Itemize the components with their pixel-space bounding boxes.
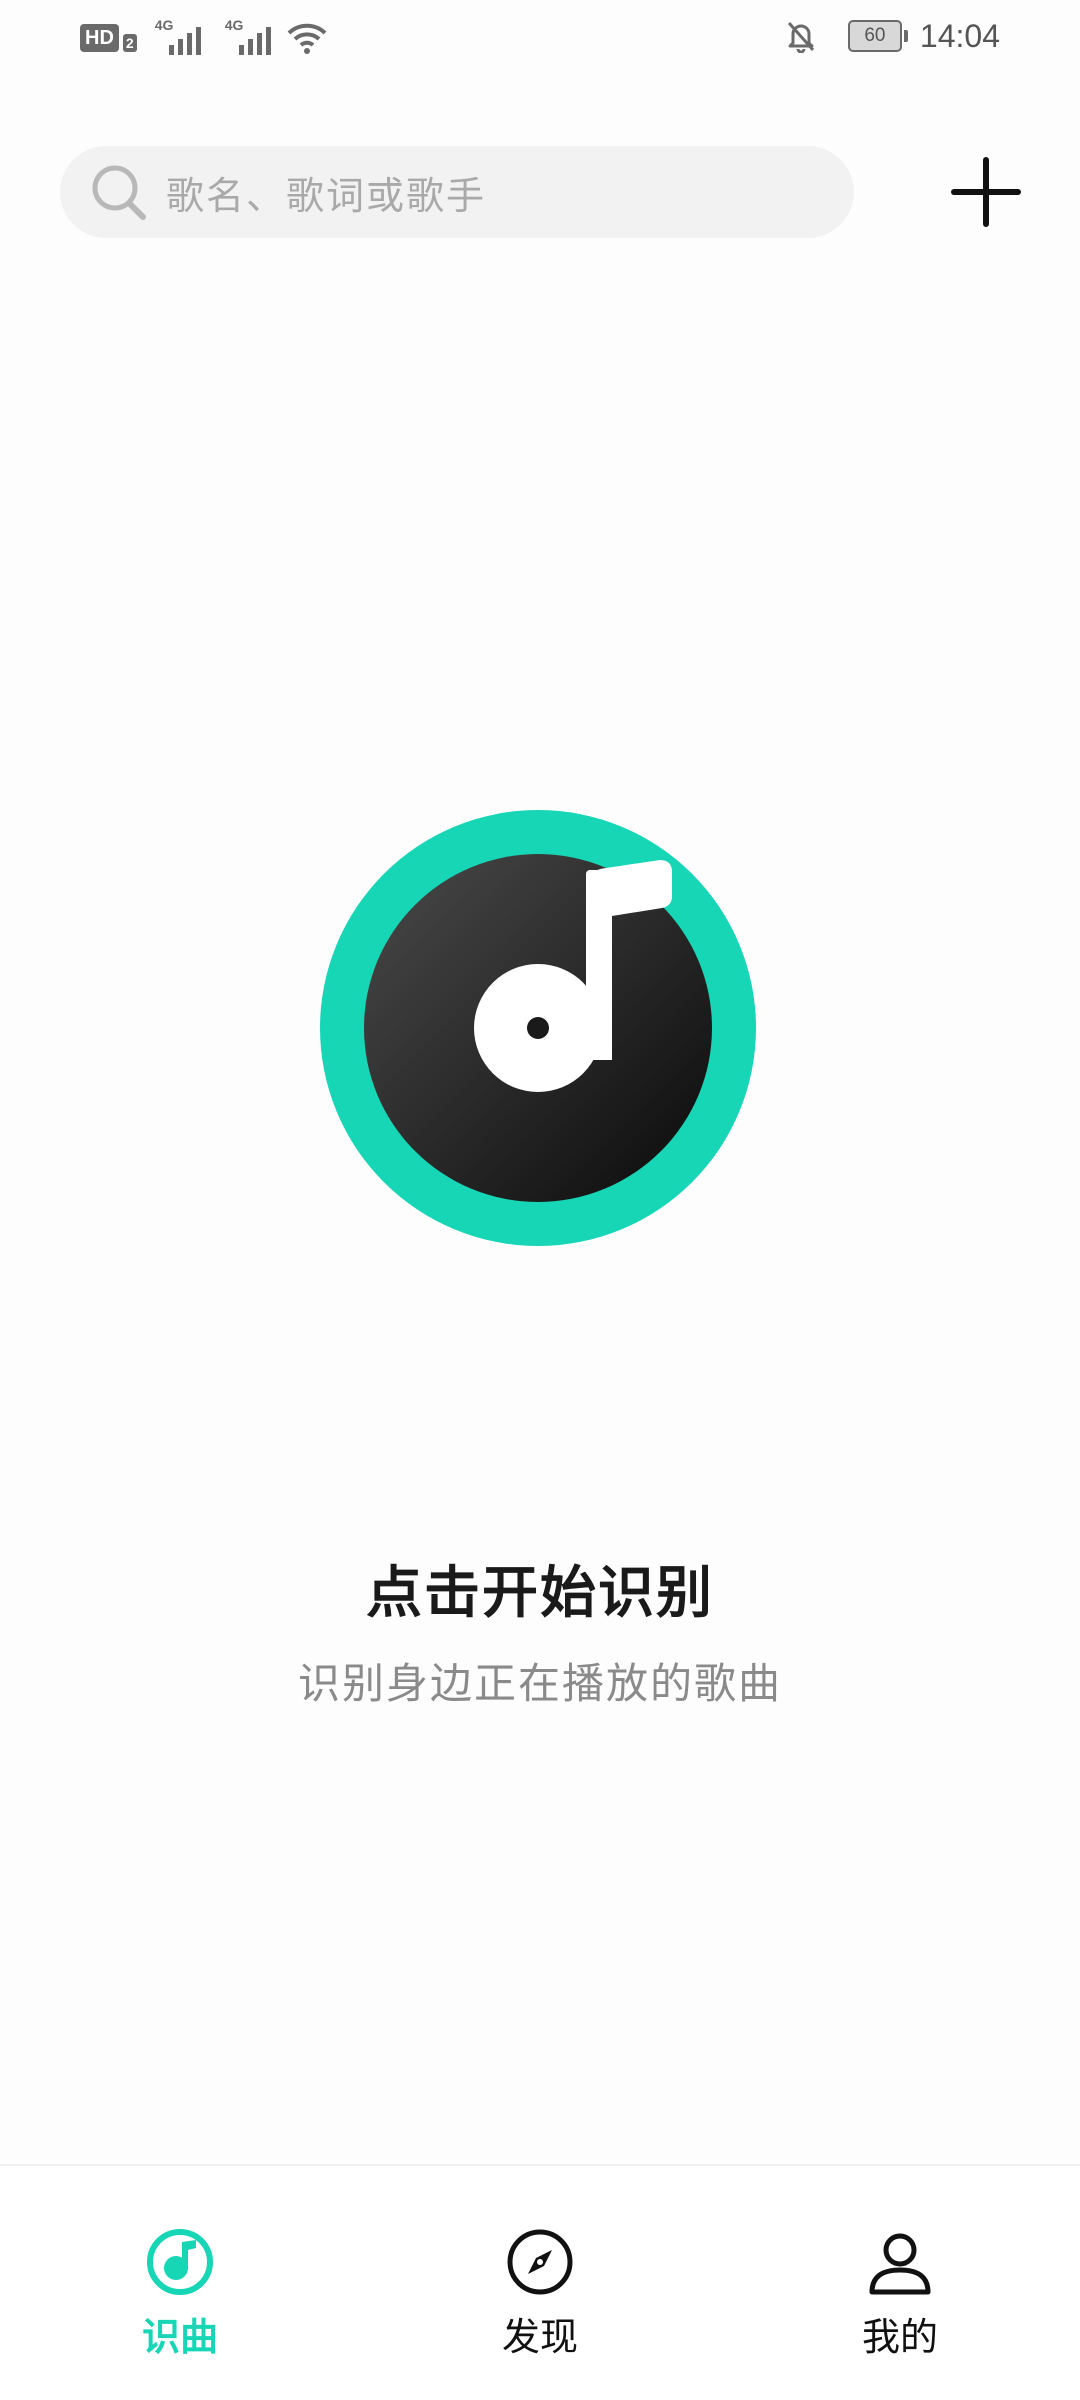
- signal-icon: 4G: [225, 17, 277, 55]
- search-icon: [92, 165, 146, 220]
- recognize-button[interactable]: [320, 810, 756, 1246]
- hd-badge: HD: [80, 24, 119, 52]
- screen: HD 2 4G 4G 60 14:04 歌名、歌词或歌手 点击开始识别 识别身边…: [0, 0, 1080, 2400]
- nav-label: 发现: [501, 2315, 578, 2359]
- person-icon: [869, 2233, 931, 2295]
- nav-label: 识曲: [141, 2315, 218, 2359]
- hd-sub-badge: 2: [122, 34, 137, 52]
- page-title: 点击开始识别: [366, 1561, 714, 1626]
- search-placeholder: 歌名、歌词或歌手: [166, 173, 487, 218]
- page-subtitle: 识别身边正在播放的歌曲: [297, 1659, 782, 1708]
- compass-icon: [507, 2229, 573, 2295]
- bell-off-icon: [787, 22, 815, 53]
- clock: 14:04: [919, 17, 1000, 54]
- nav-item-recognize[interactable]: 识曲: [80, 2226, 280, 2361]
- search-bar[interactable]: 歌名、歌词或歌手: [60, 146, 854, 238]
- battery-icon: 60: [847, 20, 908, 52]
- signal-icon: 4G: [155, 17, 207, 55]
- status-right: 60 14:04: [784, 16, 1000, 56]
- nav-label: 我的: [861, 2315, 938, 2359]
- nav-item-discover[interactable]: 发现: [440, 2226, 640, 2361]
- status-left: HD 2 4G 4G: [80, 17, 327, 58]
- battery-level: 60: [864, 25, 886, 46]
- wifi-icon: [287, 23, 327, 54]
- status-bar: HD 2 4G 4G 60 14:04: [0, 0, 1080, 72]
- bottom-nav: 识曲 发现 我的: [0, 2164, 1080, 2400]
- disc-note-icon: [147, 2229, 213, 2295]
- add-button[interactable]: [950, 156, 1022, 228]
- nav-item-profile[interactable]: 我的: [800, 2226, 1000, 2361]
